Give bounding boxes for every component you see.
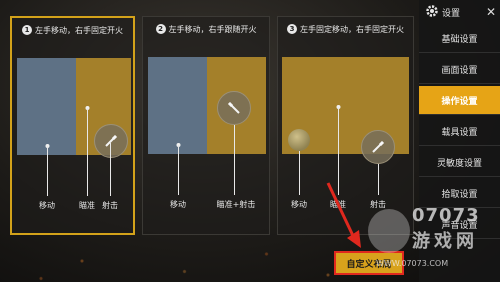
move-pointer-line xyxy=(178,145,179,195)
scheme-2-header: 2 左手移动，右手跟随开火 xyxy=(143,19,269,39)
joystick-icon xyxy=(288,129,310,151)
move-zone xyxy=(17,58,76,155)
fire-pointer-line xyxy=(378,164,379,195)
move-label: 移动 xyxy=(170,200,186,209)
close-icon[interactable]: ✕ xyxy=(486,5,496,19)
custom-layout-button[interactable]: 自定义布局 xyxy=(334,251,404,275)
fire-button-icon xyxy=(94,124,128,158)
control-scheme-1[interactable]: 1 左手移动，右手固定开火 移动 瞄准 射击 xyxy=(10,16,135,235)
scheme-1-header: 1 左手移动，右手固定开火 xyxy=(12,20,133,40)
move-pointer-line xyxy=(299,151,300,195)
move-pointer-line xyxy=(47,146,48,196)
menu-item-basic[interactable]: 基础设置 xyxy=(419,24,500,53)
aim-fire-pointer-line xyxy=(234,125,235,195)
scheme-number-badge: 1 xyxy=(22,25,32,35)
scheme-number-badge: 3 xyxy=(287,24,297,34)
settings-panel: 设置 ✕ 基础设置 画面设置 操作设置 载具设置 灵敏度设置 拾取设置 声音设置 xyxy=(419,0,500,282)
annotation-arrow-icon xyxy=(326,182,361,248)
move-zone xyxy=(148,57,207,154)
fire-label: 射击 xyxy=(102,201,118,210)
menu-item-vehicle[interactable]: 载具设置 xyxy=(419,117,500,146)
gear-icon xyxy=(425,4,439,21)
fire-button-icon xyxy=(361,130,395,164)
scheme-3-header: 3 左手固定移动，右手固定开火 xyxy=(278,19,413,39)
fire-label: 射击 xyxy=(370,200,386,209)
scheme-2-title: 左手移动，右手跟随开火 xyxy=(168,24,257,34)
menu-item-sound[interactable]: 声音设置 xyxy=(419,210,500,239)
move-label: 移动 xyxy=(291,200,307,209)
scheme-number-badge: 2 xyxy=(155,24,166,34)
menu-item-sensitivity[interactable]: 灵敏度设置 xyxy=(419,148,500,177)
aim-label: 瞄准 xyxy=(79,201,95,210)
fire-button-icon xyxy=(217,91,251,125)
move-label: 移动 xyxy=(39,201,55,210)
scheme-1-title: 左手移动，右手固定开火 xyxy=(35,25,123,35)
aim-fire-label: 瞄准+射击 xyxy=(216,200,256,209)
menu-item-pickup[interactable]: 拾取设置 xyxy=(419,179,500,208)
aim-pointer-line xyxy=(87,108,88,196)
fire-pointer-line xyxy=(110,143,111,196)
menu-item-controls[interactable]: 操作设置 xyxy=(419,86,500,115)
control-scheme-2[interactable]: 2 左手移动，右手跟随开火 移动 瞄准+射击 xyxy=(142,16,270,235)
settings-title: 设置 xyxy=(442,8,461,19)
scheme-3-title: 左手固定移动，右手固定开火 xyxy=(300,24,404,34)
settings-header: 设置 ✕ xyxy=(419,0,500,24)
menu-item-graphics[interactable]: 画面设置 xyxy=(419,55,500,84)
